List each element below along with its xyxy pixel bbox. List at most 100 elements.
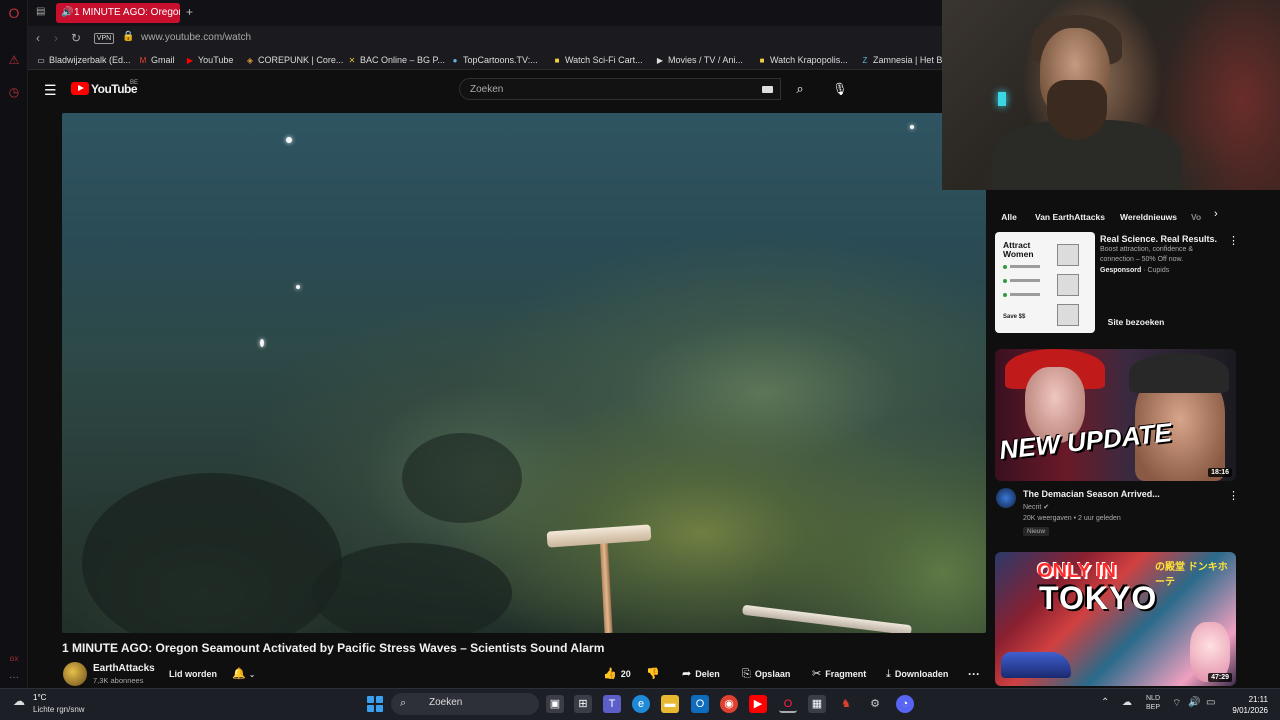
bookmark-item[interactable]: ▶ YouTube xyxy=(185,55,233,65)
url-field[interactable]: www.youtube.com/watch xyxy=(141,32,251,43)
product-image xyxy=(1057,244,1079,266)
language-indicator[interactable]: NLD BEP xyxy=(1146,694,1160,712)
save-button[interactable]: ⎘ Opslaan xyxy=(742,664,790,684)
keyboard-icon[interactable] xyxy=(762,86,773,93)
edge-icon[interactable]: e xyxy=(632,695,650,713)
youtube-icon[interactable]: ▶ xyxy=(749,695,767,713)
youtube-logo-icon[interactable] xyxy=(71,82,89,95)
new-tab-icon[interactable]: + xyxy=(186,5,193,19)
chip-all[interactable]: Alle xyxy=(996,208,1022,226)
forward-icon[interactable]: › xyxy=(54,31,58,45)
gmail-icon: M xyxy=(139,56,147,65)
gx-icon[interactable]: GX xyxy=(6,652,22,668)
related-video-title[interactable]: The Demacian Season Arrived... xyxy=(1023,489,1160,499)
more-icon[interactable]: ··· xyxy=(6,670,22,686)
speaker-icon[interactable]: 🔊 xyxy=(61,3,73,23)
thumbs-up-icon: 👍 xyxy=(603,668,617,680)
discord-icon[interactable]: ◔ xyxy=(896,695,914,713)
webcam-person xyxy=(1047,80,1107,140)
ad-thumbnail-title: Attract Women xyxy=(1003,240,1034,259)
cloud-off-icon[interactable]: ☁ xyxy=(1122,697,1132,708)
clip-button[interactable]: ✂ Fragment xyxy=(812,664,866,684)
chevron-up-icon[interactable]: ⌃ xyxy=(1101,697,1109,708)
video-duration: 18:16 xyxy=(1208,468,1232,477)
calculator-icon[interactable]: ▦ xyxy=(808,695,826,713)
channel-avatar[interactable] xyxy=(63,662,87,686)
opera-gx-icon[interactable]: O xyxy=(779,695,797,713)
advertiser-name: Cupids xyxy=(1147,267,1170,274)
tab-menu-icon[interactable]: ▤ xyxy=(36,6,45,17)
file-explorer-icon[interactable]: ▬ xyxy=(661,695,679,713)
wifi-icon[interactable]: ⌔ xyxy=(1172,697,1181,710)
weather-description[interactable]: Lichte rgn/snw xyxy=(33,705,85,714)
chrome-icon[interactable]: ◉ xyxy=(720,695,738,713)
thumbnail-sign: の殿堂 ドンキホーテ xyxy=(1155,562,1228,588)
join-button[interactable]: Lid worden xyxy=(164,664,222,684)
more-vertical-icon[interactable]: ⋮ xyxy=(1228,234,1239,247)
thumbs-down-icon: 👎 xyxy=(646,668,660,680)
related-video-thumbnail[interactable]: NEW UPDATE 18:16 xyxy=(995,349,1236,481)
settings-icon[interactable]: ⚙ xyxy=(866,695,884,713)
chess-icon[interactable]: ♞ xyxy=(837,695,855,713)
video-player[interactable] xyxy=(62,113,986,633)
chip-more[interactable]: Vo xyxy=(1191,208,1205,226)
weather-icon[interactable]: ☁ xyxy=(13,694,31,710)
download-button[interactable]: ⤓ Downloaden xyxy=(886,664,948,684)
webcam-overlay xyxy=(942,0,1280,190)
related-video-stats: 20K weergaven • 2 uur geleden xyxy=(1023,515,1121,522)
scissors-icon: ✂ xyxy=(812,668,822,680)
bookmark-item[interactable]: ● TopCartoons.TV:... xyxy=(450,55,538,65)
bookmark-item[interactable]: ■ Watch Sci-Fi Cart... xyxy=(552,55,643,65)
chevron-right-icon[interactable]: › xyxy=(1214,208,1218,220)
reload-icon[interactable]: ↻ xyxy=(71,31,81,45)
bookmark-item[interactable]: Z Zamnesia | Het Be xyxy=(860,55,948,65)
clock[interactable]: 21:11 9/01/2026 xyxy=(1226,694,1268,716)
menu-icon[interactable]: ☰ xyxy=(44,82,57,99)
start-button[interactable] xyxy=(367,696,383,712)
ad-title[interactable]: Real Science. Real Results. xyxy=(1100,234,1217,244)
teams-icon[interactable]: T xyxy=(603,695,621,713)
like-button[interactable]: 👍 20 xyxy=(603,664,631,684)
bookmark-item[interactable]: ▭ Bladwijzerbalk (Ed... xyxy=(36,55,130,65)
channel-avatar[interactable] xyxy=(996,488,1016,508)
bookmark-item[interactable]: ▶ Movies / TV / Ani... xyxy=(655,55,743,65)
bookmark-item[interactable]: M Gmail xyxy=(138,55,175,65)
visit-site-button[interactable]: Site bezoeken xyxy=(1102,313,1170,331)
related-video-thumbnail[interactable]: の殿堂 ドンキホーテ ONLY IN TOKYO 47:29 xyxy=(995,552,1236,686)
store-icon[interactable]: ⊞ xyxy=(574,695,592,713)
share-icon: ➦ xyxy=(682,668,692,680)
search-button[interactable]: ⌕ xyxy=(787,78,813,100)
sidebar-pin-icon[interactable]: ⚠ xyxy=(6,52,22,68)
product-image xyxy=(1057,274,1079,296)
chip-world-news[interactable]: Wereldnieuws xyxy=(1120,208,1177,226)
battery-icon[interactable]: ▭ xyxy=(1206,697,1215,708)
bookmark-item[interactable]: ◈ COREPUNK | Core... xyxy=(245,55,343,65)
ad-bullet xyxy=(1010,279,1040,282)
volume-icon[interactable]: 🔊 xyxy=(1188,697,1200,708)
opera-logo-icon[interactable]: O xyxy=(6,5,22,21)
more-vertical-icon[interactable]: ⋮ xyxy=(1228,489,1239,502)
dislike-button[interactable]: 👎 xyxy=(646,664,664,684)
share-button[interactable]: ➦ Delen xyxy=(682,664,720,684)
tab-youtube-video[interactable]: 🔊 1 MINUTE AGO: Oregon xyxy=(56,3,180,23)
ad-thumbnail[interactable]: Attract Women Save $$ xyxy=(995,232,1095,333)
vpn-badge[interactable]: VPN xyxy=(94,33,114,44)
chip-from-channel[interactable]: Van EarthAttacks xyxy=(1035,208,1105,226)
outlook-icon[interactable]: O xyxy=(691,695,709,713)
notification-button[interactable]: 🔔 ⌄ xyxy=(232,664,268,684)
bell-icon: 🔔 xyxy=(232,668,246,680)
related-video-channel[interactable]: Necrit ✔ xyxy=(1023,503,1049,511)
sponsored-label: Gesponsord xyxy=(1100,267,1142,274)
bookmark-item[interactable]: ✕ BAC Online – BG P... xyxy=(347,55,445,65)
task-view-icon[interactable]: ▣ xyxy=(546,695,564,713)
taskbar-search[interactable]: ⌕ Zoeken xyxy=(391,693,539,715)
video-frame-rock xyxy=(312,543,512,633)
history-icon[interactable]: ◷ xyxy=(6,84,22,100)
back-icon[interactable]: ‹ xyxy=(36,31,40,45)
more-actions-button[interactable]: ··· xyxy=(968,664,980,684)
channel-name[interactable]: EarthAttacks xyxy=(93,663,155,674)
weather-temperature[interactable]: 1°C xyxy=(33,693,46,702)
search-input[interactable]: Zoeken xyxy=(459,78,781,100)
bookmark-item[interactable]: ■ Watch Krapopolis... xyxy=(757,55,848,65)
voice-search-button[interactable]: 🎙 xyxy=(829,78,851,100)
